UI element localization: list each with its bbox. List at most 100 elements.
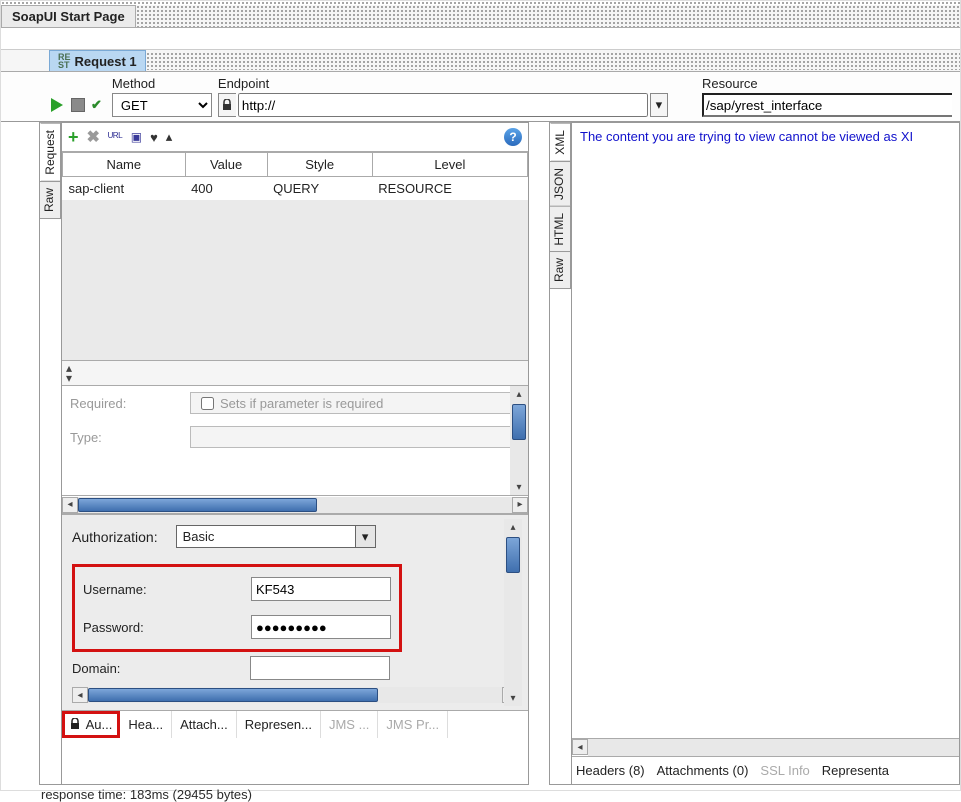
scroll-thumb[interactable] [506, 537, 520, 573]
endpoint-input[interactable] [238, 93, 648, 117]
endpoint-label: Endpoint [218, 76, 696, 91]
col-style[interactable]: Style [267, 153, 372, 177]
response-rail-json[interactable]: JSON [550, 161, 571, 207]
method-label: Method [112, 76, 212, 91]
btab-auth-label: Au... [86, 717, 113, 732]
edit-icon[interactable]: ▣ [131, 130, 142, 144]
play-icon[interactable] [49, 97, 65, 113]
table-row[interactable]: sap-client 400 QUERY RESOURCE [63, 177, 528, 201]
scroll-thumb[interactable] [512, 404, 526, 440]
stop-icon[interactable] [71, 98, 85, 112]
required-checkbox-label: Sets if parameter is required [220, 396, 383, 411]
col-level[interactable]: Level [372, 153, 527, 177]
scroll-up-icon[interactable]: ▴ [510, 386, 528, 402]
username-input[interactable] [251, 577, 391, 601]
move-down-icon[interactable]: ▾ [66, 373, 72, 383]
add-icon[interactable]: + [68, 131, 79, 143]
scroll-right-icon[interactable]: ▸ [512, 497, 528, 513]
rtab-representations[interactable]: Representa [822, 763, 889, 778]
tab-start-page[interactable]: SoapUI Start Page [1, 5, 136, 27]
resource-label: Resource [702, 76, 952, 91]
type-label: Type: [70, 430, 190, 445]
response-bottom-tabs: Headers (8) Attachments (0) SSL Info Rep… [572, 756, 959, 784]
delete-icon[interactable]: ✖ [87, 127, 100, 147]
required-label: Required: [70, 396, 190, 411]
scroll-thumb[interactable] [78, 498, 317, 512]
response-pane: XML JSON HTML Raw The content you are tr… [549, 122, 960, 785]
response-side-rail: XML JSON HTML Raw [550, 123, 572, 784]
url-icon[interactable]: ᵁᴿᴸ [108, 130, 123, 144]
validate-icon[interactable]: ✔ [91, 97, 102, 113]
response-rail-html[interactable]: HTML [550, 206, 571, 253]
request-rail-raw[interactable]: Raw [40, 181, 61, 219]
help-icon[interactable]: ? [504, 128, 522, 146]
params-empty-area [62, 200, 528, 360]
scroll-left-icon[interactable]: ◂ [62, 497, 78, 513]
username-label: Username: [83, 582, 243, 597]
domain-label: Domain: [72, 661, 242, 676]
rest-badge-icon: REST [58, 53, 71, 69]
resource-group: Resource [702, 76, 952, 117]
heart-icon[interactable]: ♥ [150, 130, 158, 145]
btab-representations[interactable]: Represen... [237, 711, 321, 738]
btab-headers[interactable]: Hea... [120, 711, 172, 738]
type-field[interactable] [190, 426, 520, 448]
scroll-left-icon[interactable]: ◂ [72, 687, 88, 703]
chevron-down-icon[interactable]: ▾ [355, 526, 375, 547]
auth-hscrollbar[interactable]: ◂ ▸ [72, 686, 518, 704]
auth-type-select[interactable]: Basic ▾ [176, 525, 376, 548]
response-rail-xml[interactable]: XML [550, 123, 571, 162]
response-message: The content you are trying to view canno… [572, 123, 959, 738]
auth-type-value: Basic [177, 526, 355, 547]
tab-request-1[interactable]: REST Request 1 [49, 50, 146, 71]
dotted-fill [136, 5, 960, 27]
prop-hscrollbar[interactable]: ◂ ▸ [62, 495, 528, 513]
scroll-down-icon[interactable]: ▾ [504, 690, 522, 706]
scroll-up-icon[interactable]: ▴ [504, 519, 522, 535]
request-tab-label: Request 1 [75, 54, 137, 69]
cell-style[interactable]: QUERY [267, 177, 372, 201]
rtab-ssl-info[interactable]: SSL Info [760, 763, 809, 778]
btab-jms-properties[interactable]: JMS Pr... [378, 711, 448, 738]
scroll-left-icon[interactable]: ◂ [572, 739, 588, 755]
cell-name[interactable]: sap-client [63, 177, 186, 201]
password-label: Password: [83, 620, 243, 635]
params-table: Name Value Style Level sap-client 400 QU… [62, 152, 528, 200]
response-rail-raw[interactable]: Raw [550, 251, 571, 289]
up-icon[interactable]: ▴ [166, 129, 173, 145]
scroll-track[interactable] [588, 739, 959, 756]
request-tab-row: REST Request 1 [1, 50, 960, 72]
spacer [1, 28, 960, 50]
required-checkbox[interactable] [201, 397, 214, 410]
request-rail-request[interactable]: Request [40, 123, 61, 182]
endpoint-group: Endpoint ▾ [218, 76, 696, 117]
lock-icon[interactable] [218, 93, 236, 117]
request-toolbar: ✔ Method GET Endpoint ▾ Resource [1, 72, 960, 122]
param-toolbar: + ✖ ᵁᴿᴸ ▣ ♥ ▴ ? [62, 123, 528, 152]
authorization-label: Authorization: [72, 529, 158, 545]
domain-input[interactable] [250, 656, 390, 680]
rtab-headers[interactable]: Headers (8) [576, 763, 645, 778]
reorder-controls: ▴ ▾ [62, 360, 528, 385]
required-field[interactable]: Sets if parameter is required [190, 392, 520, 414]
btab-jms[interactable]: JMS ... [321, 711, 378, 738]
request-pane: Request Raw + ✖ ᵁᴿᴸ ▣ ♥ ▴ ? Name [39, 122, 529, 785]
btab-attachments[interactable]: Attach... [172, 711, 237, 738]
prop-vscrollbar[interactable]: ▴ ▾ [510, 386, 528, 495]
scroll-down-icon[interactable]: ▾ [510, 479, 528, 495]
endpoint-dropdown-button[interactable]: ▾ [650, 93, 668, 117]
password-input[interactable] [251, 615, 391, 639]
col-value[interactable]: Value [185, 153, 267, 177]
resource-input[interactable] [702, 93, 952, 117]
cell-value[interactable]: 400 [185, 177, 267, 201]
rtab-attachments[interactable]: Attachments (0) [657, 763, 749, 778]
response-hscrollbar[interactable]: ◂ [572, 738, 959, 756]
btab-auth[interactable]: Au... [62, 711, 120, 738]
cell-level[interactable]: RESOURCE [372, 177, 527, 201]
request-side-rail: Request Raw [40, 123, 62, 784]
scroll-thumb[interactable] [88, 688, 378, 702]
method-group: Method GET [112, 76, 212, 117]
col-name[interactable]: Name [63, 153, 186, 177]
auth-vscrollbar[interactable]: ▴ ▾ [504, 519, 522, 706]
method-select[interactable]: GET [112, 93, 212, 117]
